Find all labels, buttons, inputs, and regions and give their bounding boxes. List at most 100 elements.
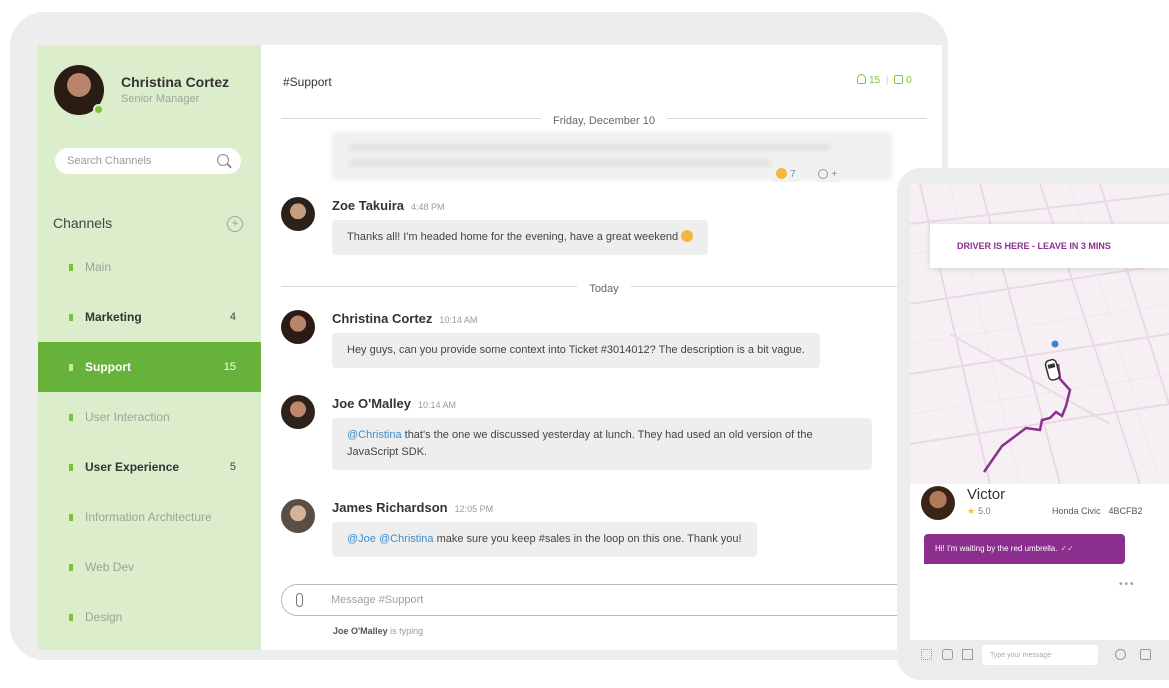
- channel-title: #Support: [283, 75, 332, 89]
- search-input[interactable]: [67, 148, 207, 174]
- driver-message-text: Hi! I'm waiting by the red umbrella.: [935, 544, 1058, 553]
- search-box: [55, 148, 241, 174]
- grid-icon[interactable]: [921, 649, 932, 660]
- smile-emoji-icon: [681, 230, 694, 242]
- driver-arrival-banner: DRIVER IS HERE - LEAVE IN 3 MINS: [930, 224, 1169, 268]
- tablet-frame: Christina Cortez Senior Manager Channels…: [10, 12, 948, 660]
- message-author: James Richardson 12:05 PM: [332, 500, 493, 515]
- search-icon[interactable]: [217, 154, 229, 166]
- channel-label: Information Architecture: [85, 510, 212, 524]
- message: James Richardson 12:05 PM @Joe @Christina…: [281, 499, 921, 559]
- message-text: Thanks all! I'm headed home for the even…: [347, 231, 679, 243]
- message-text: Hey guys, can you provide some context i…: [347, 344, 805, 356]
- car-info: Honda Civic 4BCFB2: [1052, 506, 1143, 516]
- likes-count: 0: [906, 75, 912, 86]
- message-time: 4:48 PM: [411, 202, 445, 212]
- message-time: 10:14 AM: [439, 315, 478, 325]
- sidebar: Christina Cortez Senior Manager Channels…: [38, 45, 261, 650]
- channel-marker: [69, 463, 73, 471]
- members-icon[interactable]: [857, 74, 866, 84]
- camera-icon[interactable]: [942, 649, 953, 660]
- date-divider: Today: [281, 279, 927, 295]
- gallery-icon[interactable]: [962, 649, 973, 660]
- sidebar-item-web-dev[interactable]: Web Dev: [38, 542, 261, 592]
- mention-link[interactable]: @Joe: [347, 533, 376, 545]
- channels-title: Channels: [53, 215, 113, 231]
- channel-label: User Experience: [85, 460, 180, 474]
- avatar[interactable]: [281, 395, 315, 429]
- read-receipt-icon: ✓✓: [1060, 544, 1074, 553]
- message-time: 12:05 PM: [454, 504, 494, 514]
- sidebar-item-user-experience[interactable]: User Experience 5: [38, 442, 261, 492]
- driver-name: Victor: [967, 486, 1006, 503]
- phone-message-input[interactable]: [982, 645, 1098, 665]
- channel-count: 5: [229, 461, 236, 473]
- message: Christina Cortez 10:14 AM Hey guys, can y…: [281, 310, 921, 370]
- channel-list: Main Marketing 4 Support 15 User Interac…: [38, 242, 261, 642]
- channel-marker: [69, 363, 73, 371]
- thumbs-up-icon[interactable]: [1140, 649, 1151, 660]
- driver-message-bubble: Hi! I'm waiting by the red umbrella. ✓✓: [924, 534, 1125, 564]
- typing-user: Joe O'Malley: [333, 626, 388, 636]
- online-status-indicator: [93, 104, 104, 115]
- mention-link[interactable]: @Christina: [347, 429, 402, 441]
- author-name: Joe O'Malley: [332, 396, 411, 411]
- channel-marker: [69, 263, 73, 271]
- typing-suffix: is typing: [387, 626, 424, 636]
- profile-role: Senior Manager: [121, 93, 200, 105]
- chat-panel: #Support 15 | 0 Friday, December 10 7 + …: [261, 45, 942, 650]
- sidebar-item-information-architecture[interactable]: Information Architecture: [38, 492, 261, 542]
- avatar[interactable]: [921, 486, 955, 520]
- message-composer: [281, 584, 921, 616]
- typing-indicator: Joe O'Malley is typing: [333, 626, 423, 636]
- channel-marker: [69, 613, 73, 621]
- ride-app-screen: DRIVER IS HERE - LEAVE IN 3 MINS Victor …: [910, 184, 1169, 670]
- emoji-icon[interactable]: [1115, 649, 1126, 660]
- message: Joe O'Malley 10:14 AM @Christina that's t…: [281, 395, 921, 475]
- channels-header: Channels +: [53, 215, 243, 235]
- reaction-count: 7: [790, 169, 796, 180]
- route-line: [982, 363, 1072, 473]
- sidebar-item-main[interactable]: Main: [38, 242, 261, 292]
- author-name: Zoe Takuira: [332, 198, 405, 213]
- star-icon: ★: [967, 506, 976, 516]
- avatar[interactable]: [281, 310, 315, 344]
- emoji-reaction[interactable]: 7: [769, 166, 803, 182]
- channel-marker: [69, 413, 73, 421]
- date-divider: Friday, December 10: [281, 111, 927, 127]
- date-divider-label: Today: [577, 283, 631, 295]
- channel-marker: [69, 313, 73, 321]
- driver-rating: ★ 5.0: [967, 506, 991, 517]
- message-author: Zoe Takuira 4:48 PM: [332, 198, 445, 213]
- channel-marker: [69, 513, 73, 521]
- channel-label: User Interaction: [85, 410, 170, 424]
- like-icon[interactable]: [894, 75, 904, 84]
- sidebar-item-user-interaction[interactable]: User Interaction: [38, 392, 261, 442]
- attach-icon[interactable]: [296, 593, 303, 607]
- message-bubble: @Joe @Christina make sure you keep #sale…: [332, 522, 757, 557]
- typing-dots-icon: •••: [1119, 579, 1136, 590]
- stats-separator: |: [885, 75, 889, 86]
- channel-count: 4: [229, 311, 236, 323]
- date-divider-label: Friday, December 10: [541, 115, 667, 127]
- message: Zoe Takuira 4:48 PM Thanks all! I'm heade…: [281, 197, 921, 257]
- add-reaction-label: +: [831, 169, 838, 180]
- sidebar-item-marketing[interactable]: Marketing 4: [38, 292, 261, 342]
- profile-card[interactable]: Christina Cortez Senior Manager: [54, 65, 254, 121]
- sidebar-item-support[interactable]: Support 15: [38, 342, 261, 392]
- message-input[interactable]: [331, 585, 751, 615]
- channel-count: 15: [223, 361, 236, 373]
- profile-name: Christina Cortez: [121, 74, 230, 90]
- avatar[interactable]: [281, 197, 315, 231]
- message-bubble: Hey guys, can you provide some context i…: [332, 333, 820, 368]
- add-channel-icon[interactable]: +: [227, 216, 243, 232]
- author-name: Christina Cortez: [332, 311, 433, 326]
- add-reaction-button[interactable]: +: [811, 167, 845, 182]
- avatar[interactable]: [281, 499, 315, 533]
- channel-label: Main: [85, 260, 112, 274]
- members-count: 15: [869, 75, 881, 86]
- sidebar-item-design[interactable]: Design: [38, 592, 261, 642]
- reaction-bar: 7 +: [769, 166, 850, 184]
- phone-input-bar: [910, 640, 1169, 670]
- mention-link[interactable]: @Christina: [379, 533, 434, 545]
